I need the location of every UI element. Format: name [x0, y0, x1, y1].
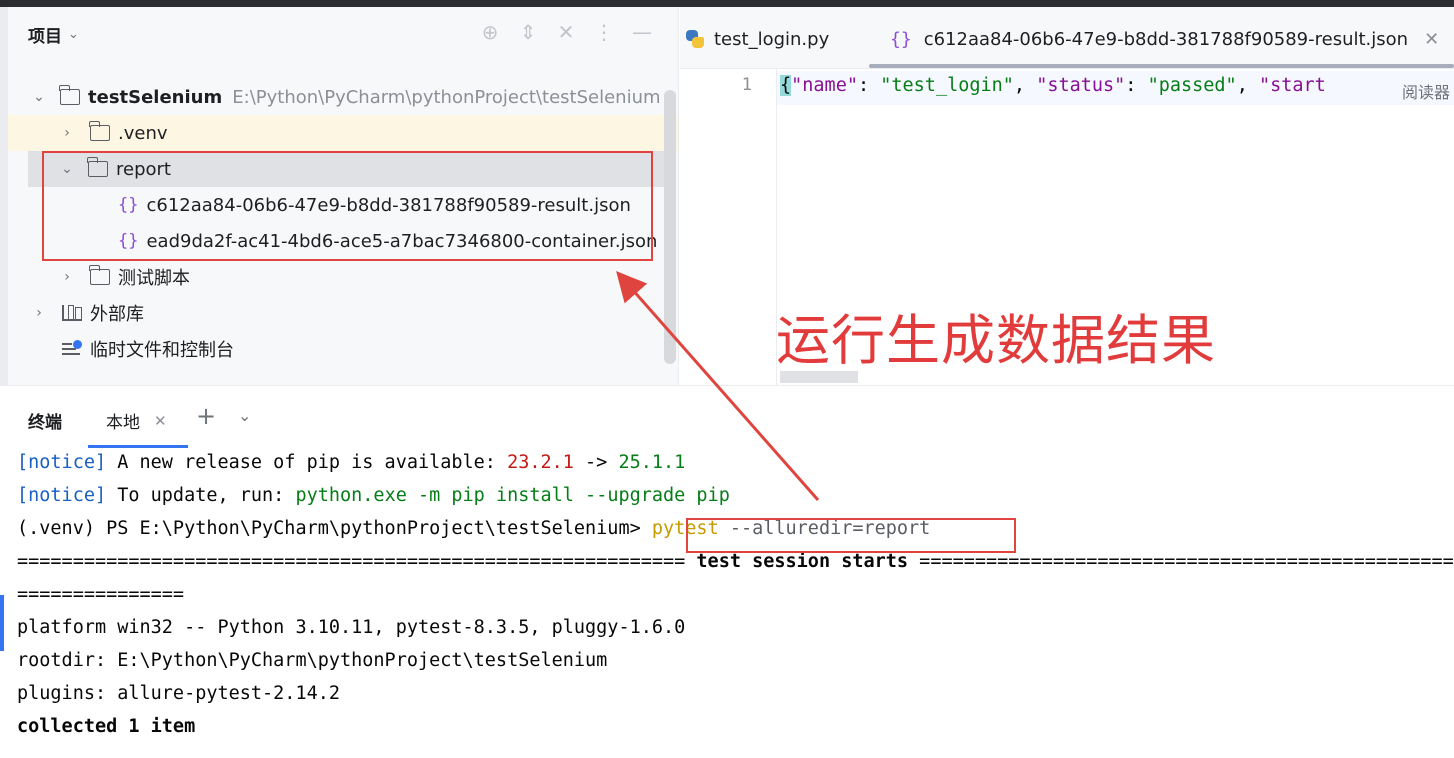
command-highlight-box	[686, 518, 1016, 553]
close-icon[interactable]: ✕	[1424, 29, 1439, 50]
terminal-title: 终端	[28, 413, 62, 433]
folder-icon	[89, 265, 110, 285]
terminal-line: ========================================…	[17, 551, 1454, 572]
json-key: "status"	[1036, 75, 1126, 96]
annotation-text: 运行生成数据结果	[776, 309, 1216, 372]
locate-icon[interactable]: ⊕	[478, 20, 502, 44]
tool-window-stripe	[0, 7, 8, 385]
brace: {	[780, 75, 792, 96]
json-file-icon: {}	[890, 28, 912, 50]
terminal-gutter-marker	[0, 595, 4, 651]
json-key: "start	[1258, 75, 1326, 96]
tab-result-json[interactable]: {} c612aa84-06b6-47e9-b8dd-381788f90589-…	[890, 23, 1439, 55]
library-icon	[62, 305, 82, 321]
json-value: "test_login"	[880, 75, 1014, 96]
hide-panel-icon[interactable]: —	[630, 20, 654, 44]
json-key: "name"	[791, 75, 858, 96]
tree-item-venv[interactable]: › .venv	[8, 115, 678, 151]
folder-icon	[59, 85, 80, 105]
tab-label: c612aa84-06b6-47e9-b8dd-381788f90589-res…	[923, 28, 1409, 50]
chevron-down-icon[interactable]: ⌄	[32, 89, 46, 105]
python-file-icon	[684, 28, 706, 50]
project-view-title: 项目	[28, 26, 62, 47]
terminal-line: ===============	[17, 584, 185, 605]
reader-mode-button[interactable]: 阅读器	[1402, 79, 1450, 103]
terminal-line: [notice] A new release of pip is availab…	[17, 452, 686, 473]
chevron-right-icon[interactable]: ›	[60, 269, 74, 285]
tree-item-label: 外部库	[90, 304, 144, 325]
tree-item-label: .venv	[118, 122, 168, 144]
active-tab-indicator	[869, 64, 1454, 68]
editor-gutter: 1	[680, 69, 777, 385]
json-comma: ,	[1013, 75, 1037, 96]
expand-collapse-icon[interactable]: ⇕	[516, 20, 540, 44]
tree-item-label: 测试脚本	[118, 268, 190, 289]
line-number: 1	[741, 75, 752, 95]
tree-item-label: 临时文件和控制台	[90, 340, 234, 361]
json-sep: :	[1125, 75, 1148, 96]
terminal-line: rootdir: E:\Python\PyCharm\pythonProject…	[17, 650, 608, 671]
chevron-right-icon[interactable]: ›	[32, 305, 46, 321]
terminal-output[interactable]: [notice] A new release of pip is availab…	[0, 448, 1454, 758]
tree-item-testselenium[interactable]: ⌄ testSelenium E:\Python\PyCharm\pythonP…	[8, 79, 678, 115]
tab-test-login[interactable]: test_login.py	[684, 23, 829, 55]
project-scrollbar[interactable]	[664, 90, 676, 364]
chevron-down-icon[interactable]: ⌄	[238, 406, 251, 425]
more-options-icon[interactable]: ⋮	[592, 20, 616, 44]
report-highlight-box	[42, 151, 653, 261]
close-icon[interactable]: ✕	[154, 412, 167, 430]
terminal-line: platform win32 -- Python 3.10.11, pytest…	[17, 617, 686, 638]
json-sep: :	[857, 75, 881, 96]
terminal-line: plugins: allure-pytest-2.14.2	[17, 683, 341, 704]
window-top-strip	[0, 0, 1454, 7]
editor-tab-bar: test_login.py {} c612aa84-06b6-47e9-b8dd…	[680, 7, 1454, 69]
chevron-right-icon[interactable]: ›	[60, 125, 74, 141]
chevron-down-icon[interactable]: ⌄	[68, 27, 79, 42]
folder-icon	[89, 121, 110, 141]
code-line[interactable]: {"name": "test_login", "status": "passed…	[780, 75, 1326, 96]
collapse-all-icon[interactable]: ✕	[554, 20, 578, 44]
tree-item-label: testSelenium	[88, 86, 223, 108]
project-view-header[interactable]: 项目 ⌄	[28, 22, 79, 47]
add-tab-icon[interactable]: +	[196, 402, 216, 430]
terminal-line: [notice] To update, run: python.exe -m p…	[17, 485, 730, 506]
json-value: "passed"	[1147, 75, 1237, 96]
tree-item-test-scripts[interactable]: › 测试脚本	[8, 259, 678, 295]
tree-item-external-libraries[interactable]: › 外部库	[8, 295, 678, 331]
tree-item-scratches[interactable]: 临时文件和控制台	[8, 331, 678, 367]
tree-item-path: E:\Python\PyCharm\pythonProject\testSele…	[232, 86, 661, 108]
tab-label: test_login.py	[714, 28, 830, 50]
terminal-header: 终端 本地 ✕ + ⌄	[0, 386, 1454, 448]
terminal-line: collected 1 item	[17, 716, 196, 737]
tab-local[interactable]: 本地 ✕	[106, 408, 167, 434]
scratches-icon	[62, 340, 82, 358]
project-toolbar: ⊕ ⇕ ✕ ⋮ —	[478, 20, 654, 44]
tab-label: 本地	[106, 413, 140, 433]
json-comma: ,	[1236, 75, 1259, 96]
